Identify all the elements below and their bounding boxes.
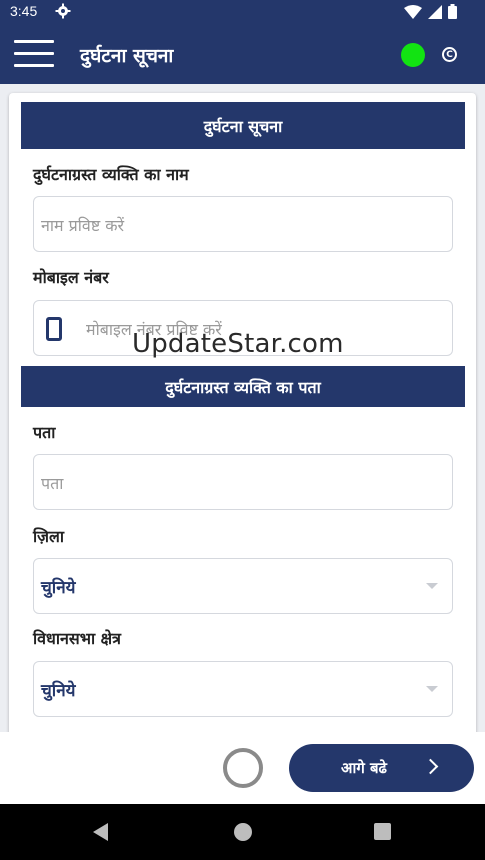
- loading-circle-icon: [223, 748, 263, 788]
- app-title: दुर्घटना सूचना: [80, 45, 174, 67]
- name-input-placeholder: नाम प्रविष्ट करें: [41, 216, 125, 235]
- assembly-dropdown[interactable]: चुनिये: [33, 661, 453, 717]
- assembly-label: विधानसभा क्षेत्र: [33, 629, 121, 648]
- system-nav-bar: [0, 804, 485, 860]
- chevron-right-icon: [422, 758, 439, 775]
- section-header-accident-info: दुर्घटना सूचना: [21, 102, 465, 149]
- dropdown-arrow-icon: [426, 583, 438, 589]
- settings-gear-icon: [55, 3, 71, 19]
- cellular-signal-icon: [428, 4, 442, 19]
- phone-icon: [46, 317, 62, 341]
- nav-recents-icon[interactable]: [374, 823, 391, 840]
- app-bar: दुर्घटना सूचना C: [0, 24, 485, 84]
- district-selected-value: चुनिये: [41, 578, 76, 598]
- battery-icon: [448, 4, 457, 19]
- next-button[interactable]: आगे बढे: [289, 744, 474, 792]
- mobile-label: मोबाइल नंबर: [33, 268, 109, 287]
- assembly-selected-value: चुनिये: [41, 681, 76, 701]
- c-circle-icon[interactable]: C: [442, 47, 457, 62]
- address-input-placeholder: पता: [41, 474, 64, 493]
- nav-back-icon[interactable]: [93, 823, 108, 841]
- name-label: दुर्घटनाग्रस्त व्यक्ति का नाम: [33, 165, 189, 184]
- form-scroll-area[interactable]: दुर्घटना सूचना दुर्घटनाग्रस्त व्यक्ति का…: [0, 84, 485, 732]
- hamburger-menu-icon[interactable]: [14, 40, 54, 68]
- nav-home-icon[interactable]: [234, 823, 252, 841]
- wifi-icon: [404, 4, 422, 19]
- district-dropdown[interactable]: चुनिये: [33, 558, 453, 614]
- next-button-label: आगे बढे: [341, 759, 388, 777]
- district-label: ज़िला: [33, 527, 65, 546]
- name-input[interactable]: नाम प्रविष्ट करें: [33, 196, 453, 252]
- status-icons: [404, 4, 457, 19]
- form-card: दुर्घटना सूचना दुर्घटनाग्रस्त व्यक्ति का…: [9, 93, 476, 732]
- status-time: 3:45: [10, 3, 38, 19]
- watermark: UpdateStar.com: [132, 329, 344, 359]
- address-input[interactable]: पता: [33, 454, 453, 510]
- address-label: पता: [33, 423, 56, 442]
- status-bar: 3:45: [0, 0, 485, 24]
- online-status-indicator: [401, 43, 425, 67]
- section-header-address: दुर्घटनाग्रस्त व्यक्ति का पता: [21, 366, 465, 407]
- dropdown-arrow-icon: [426, 686, 438, 692]
- bottom-action-bar: आगे बढे: [0, 732, 485, 804]
